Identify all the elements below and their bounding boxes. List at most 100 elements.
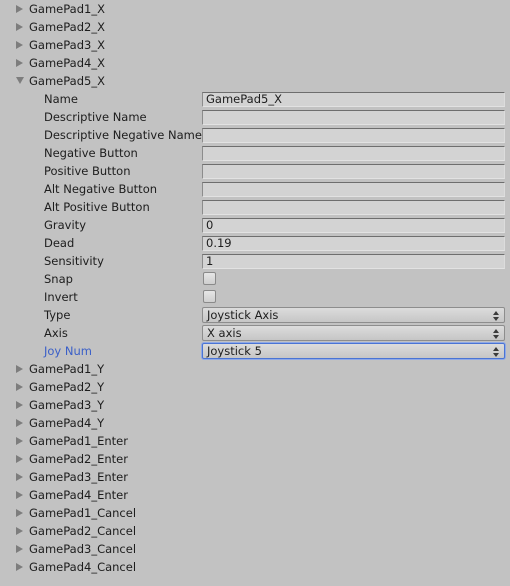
axis-foldout-label: GamePad2_X [29,20,105,34]
property-text-input[interactable]: 0.19 [202,236,505,251]
property-text-input[interactable] [202,146,505,161]
triangle-right-icon[interactable] [16,455,23,463]
axis-foldout-row[interactable]: GamePad2_Enter [0,450,510,468]
property-text-input[interactable] [202,164,505,179]
axis-foldout-row[interactable]: GamePad4_Cancel [0,558,510,576]
axis-foldout-row[interactable]: GamePad2_X [0,18,510,36]
axis-foldout-row[interactable]: GamePad3_X [0,36,510,54]
axis-foldout-label: GamePad3_Cancel [29,542,137,556]
axis-foldout-label: GamePad4_Y [29,416,105,430]
axis-foldout-row[interactable]: GamePad4_X [0,54,510,72]
triangle-right-icon[interactable] [16,383,23,391]
axis-foldout-label: GamePad1_Cancel [29,506,137,520]
property-row: Invert [0,288,510,306]
axis-foldout-row[interactable]: GamePad4_Enter [0,486,510,504]
triangle-right-icon[interactable] [16,41,23,49]
property-label: Joy Num [44,344,92,358]
property-dropdown-value: X axis [207,326,242,340]
property-label: Dead [44,236,75,250]
property-label: Snap [44,272,73,286]
stepper-updown-icon[interactable] [493,310,500,322]
axis-foldout-label: GamePad1_X [29,2,105,16]
property-text-input[interactable] [202,128,505,143]
axis-foldout-row[interactable]: GamePad1_Cancel [0,504,510,522]
axis-list-before: GamePad1_X GamePad2_X GamePad3_X GamePad4_X [0,0,510,72]
property-label: Descriptive Negative Name [44,128,202,142]
triangle-right-icon[interactable] [16,527,23,535]
triangle-right-icon[interactable] [16,491,23,499]
axis-foldout-label: GamePad5_X [29,74,105,88]
stepper-updown-icon[interactable] [493,346,500,358]
axis-foldout-row[interactable]: GamePad4_Y [0,414,510,432]
axis-foldout-row[interactable]: GamePad1_Enter [0,432,510,450]
property-dropdown[interactable]: Joystick 5 [202,343,505,359]
property-row: Snap [0,270,510,288]
property-text-input[interactable] [202,110,505,125]
property-label: Name [44,92,78,106]
property-dropdown[interactable]: X axis [202,325,505,341]
property-label: Invert [44,290,78,304]
axis-foldout-label: GamePad4_Enter [29,488,128,502]
property-label: Gravity [44,218,87,232]
axis-foldout-row-selected[interactable]: GamePad5_X [0,72,510,90]
axis-foldout-label: GamePad1_Y [29,362,105,376]
property-row: Gravity 0 [0,216,510,234]
axis-foldout-row[interactable]: GamePad1_Y [0,360,510,378]
property-row: Descriptive Name [0,108,510,126]
axis-foldout-label: GamePad3_X [29,38,105,52]
axis-foldout-row[interactable]: GamePad3_Cancel [0,540,510,558]
triangle-right-icon[interactable] [16,59,23,67]
property-row: Joy Num Joystick 5 [0,342,510,360]
property-text-input[interactable]: GamePad5_X [202,92,505,107]
property-checkbox[interactable] [203,272,216,285]
property-label: Type [44,308,71,322]
triangle-right-icon[interactable] [16,545,23,553]
property-text-input[interactable] [202,182,505,197]
axis-foldout-label: GamePad4_X [29,56,105,70]
axis-foldout-label: GamePad2_Y [29,380,105,394]
property-text-input[interactable] [202,200,505,215]
axis-foldout-row[interactable]: GamePad3_Enter [0,468,510,486]
axis-foldout-label: GamePad4_Cancel [29,560,137,574]
axis-foldout-row[interactable]: GamePad3_Y [0,396,510,414]
property-text-input[interactable]: 0 [202,218,505,233]
triangle-right-icon[interactable] [16,509,23,517]
property-row: Sensitivity 1 [0,252,510,270]
property-row: Alt Positive Button [0,198,510,216]
property-label: Alt Positive Button [44,200,150,214]
property-row: Negative Button [0,144,510,162]
triangle-right-icon[interactable] [16,473,23,481]
property-text-input[interactable]: 1 [202,254,505,269]
axis-foldout-label: GamePad2_Enter [29,452,128,466]
property-label: Alt Negative Button [44,182,158,196]
property-checkbox[interactable] [203,290,216,303]
axis-foldout-selected[interactable]: GamePad5_X [0,72,510,90]
triangle-down-icon[interactable] [16,77,24,84]
triangle-right-icon[interactable] [16,419,23,427]
stepper-updown-icon[interactable] [493,328,500,340]
property-row: Dead 0.19 [0,234,510,252]
triangle-right-icon[interactable] [16,563,23,571]
axis-foldout-label: GamePad2_Cancel [29,524,137,538]
axis-foldout-label: GamePad3_Y [29,398,105,412]
triangle-right-icon[interactable] [16,401,23,409]
property-row: Type Joystick Axis [0,306,510,324]
property-row: Alt Negative Button [0,180,510,198]
triangle-right-icon[interactable] [16,437,23,445]
triangle-right-icon[interactable] [16,365,23,373]
property-label: Negative Button [44,146,138,160]
axis-foldout-row[interactable]: GamePad2_Cancel [0,522,510,540]
property-row: Descriptive Negative Name [0,126,510,144]
property-dropdown[interactable]: Joystick Axis [202,307,505,323]
triangle-right-icon[interactable] [16,5,23,13]
property-row: Name GamePad5_X [0,90,510,108]
property-label: Positive Button [44,164,131,178]
property-dropdown-value: Joystick 5 [207,344,262,358]
axis-list-after: GamePad1_Y GamePad2_Y GamePad3_Y GamePad4_Y… [0,360,510,576]
axis-foldout-row[interactable]: GamePad2_Y [0,378,510,396]
triangle-right-icon[interactable] [16,23,23,31]
property-label: Sensitivity [44,254,104,268]
axis-foldout-row[interactable]: GamePad1_X [0,0,510,18]
property-label: Descriptive Name [44,110,147,124]
axis-foldout-label: GamePad1_Enter [29,434,128,448]
